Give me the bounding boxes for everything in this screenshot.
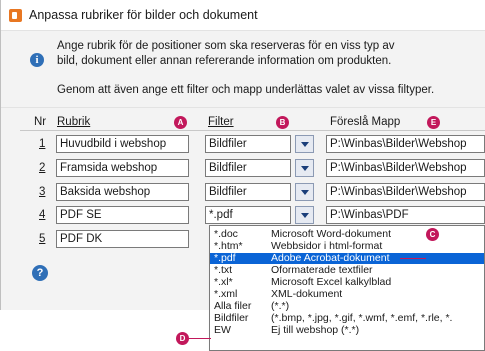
row-number: 2: [39, 162, 46, 174]
option-extension: *.txt: [214, 264, 233, 276]
filter-dropdown-button[interactable]: [295, 135, 314, 153]
mapp-field[interactable]: P:\Winbas\PDF: [326, 206, 485, 224]
help-icon[interactable]: ?: [32, 265, 48, 281]
mapp-field[interactable]: P:\Winbas\Bilder\Webshop: [326, 183, 485, 201]
filter-field[interactable]: *.pdf: [205, 206, 291, 224]
filter-field[interactable]: Bildfiler: [205, 183, 291, 201]
info-icon: i: [30, 53, 44, 67]
callout-line-d: [189, 338, 211, 339]
mapp-field[interactable]: P:\Winbas\Bilder\Webshop: [326, 135, 485, 153]
callout-badge-b: B: [276, 116, 289, 129]
option-description: (*.bmp, *.jpg, *.gif, *.wmf, *.emf, *.rl…: [271, 312, 453, 324]
option-extension: *.pdf: [214, 252, 236, 264]
option-description: (*.*): [271, 300, 290, 312]
column-header-rubrik: Rubrik: [57, 116, 91, 128]
dropdown-option[interactable]: *.xml XML-dokument: [210, 289, 484, 300]
app-document-icon: [9, 9, 22, 22]
callout-line-c: [400, 258, 426, 259]
info-text-line-2: bild, dokument eller annan refererande i…: [57, 55, 392, 67]
rubrik-field[interactable]: Huvudbild i webshop: [56, 135, 189, 153]
row-number: 5: [39, 233, 46, 245]
column-header-mapp: Föreslå Mapp: [330, 116, 401, 128]
title-bar: Anpassa rubriker för bilder och dokument: [1, 0, 485, 30]
rubrik-field[interactable]: Baksida webshop: [56, 183, 189, 201]
info-text-line-1: Ange rubrik för de positioner som ska re…: [57, 40, 395, 52]
option-description: XML-dokument: [271, 288, 343, 300]
filter-field[interactable]: Bildfiler: [205, 159, 291, 177]
dropdown-option[interactable]: Bildfiler (*.bmp, *.jpg, *.gif, *.wmf, *…: [210, 313, 484, 324]
dropdown-option[interactable]: EW Ej till webshop (*.*): [210, 325, 484, 336]
option-description: Ej till webshop (*.*): [271, 324, 360, 336]
option-extension: *.htm*: [214, 240, 243, 252]
callout-badge-c: C: [426, 228, 439, 241]
column-header-nr: Nr: [34, 116, 47, 128]
callout-badge-e: E: [427, 116, 440, 129]
option-description: Oformaterade textfiler: [271, 264, 373, 276]
window-title: Anpassa rubriker för bilder och dokument: [29, 8, 258, 22]
option-extension: *.xl*: [214, 276, 233, 288]
option-extension: Bildfiler: [214, 312, 249, 324]
filter-dropdown-button[interactable]: [295, 206, 314, 224]
rubrik-field[interactable]: Framsida webshop: [56, 159, 189, 177]
option-extension: EW: [214, 324, 231, 336]
info-panel: i Ange rubrik för de positioner som ska …: [1, 30, 485, 108]
dropdown-option-selected[interactable]: *.pdf Adobe Acrobat-dokument: [210, 253, 484, 264]
dropdown-option[interactable]: *.doc Microsoft Word-dokument: [210, 229, 484, 240]
mapp-field[interactable]: P:\Winbas\Bilder\Webshop: [326, 159, 485, 177]
option-description: Microsoft Excel kalkylblad: [271, 276, 392, 288]
rubrik-field[interactable]: PDF DK: [56, 230, 189, 248]
callout-badge-a: A: [174, 116, 187, 129]
option-extension: Alla filer: [214, 300, 252, 312]
column-header-filter: Filter: [208, 116, 234, 128]
row-number: 4: [39, 209, 46, 221]
row-number: 3: [39, 186, 46, 198]
callout-badge-d: D: [176, 332, 189, 345]
filter-field[interactable]: Bildfiler: [205, 135, 291, 153]
header-divider: [20, 130, 485, 131]
option-description: Microsoft Word-dokument: [271, 228, 392, 240]
dropdown-option[interactable]: *.txt Oformaterade textfiler: [210, 265, 484, 276]
rubrik-field[interactable]: PDF SE: [56, 206, 189, 224]
filter-dropdown-list[interactable]: *.doc Microsoft Word-dokument *.htm* Web…: [209, 225, 485, 351]
row-number: 1: [39, 138, 46, 150]
dropdown-option[interactable]: *.htm* Webbsidor i html-format: [210, 241, 484, 252]
dropdown-option[interactable]: Alla filer (*.*): [210, 301, 484, 312]
filter-dropdown-button[interactable]: [295, 159, 314, 177]
filter-dropdown-button[interactable]: [295, 183, 314, 201]
option-extension: *.xml: [214, 288, 238, 300]
info-text-line-3: Genom att även ange ett filter och mapp …: [57, 84, 435, 96]
option-description: Webbsidor i html-format: [271, 240, 383, 252]
dropdown-option[interactable]: *.xl* Microsoft Excel kalkylblad: [210, 277, 484, 288]
option-extension: *.doc: [214, 228, 238, 240]
option-description: Adobe Acrobat-dokument: [271, 252, 390, 264]
